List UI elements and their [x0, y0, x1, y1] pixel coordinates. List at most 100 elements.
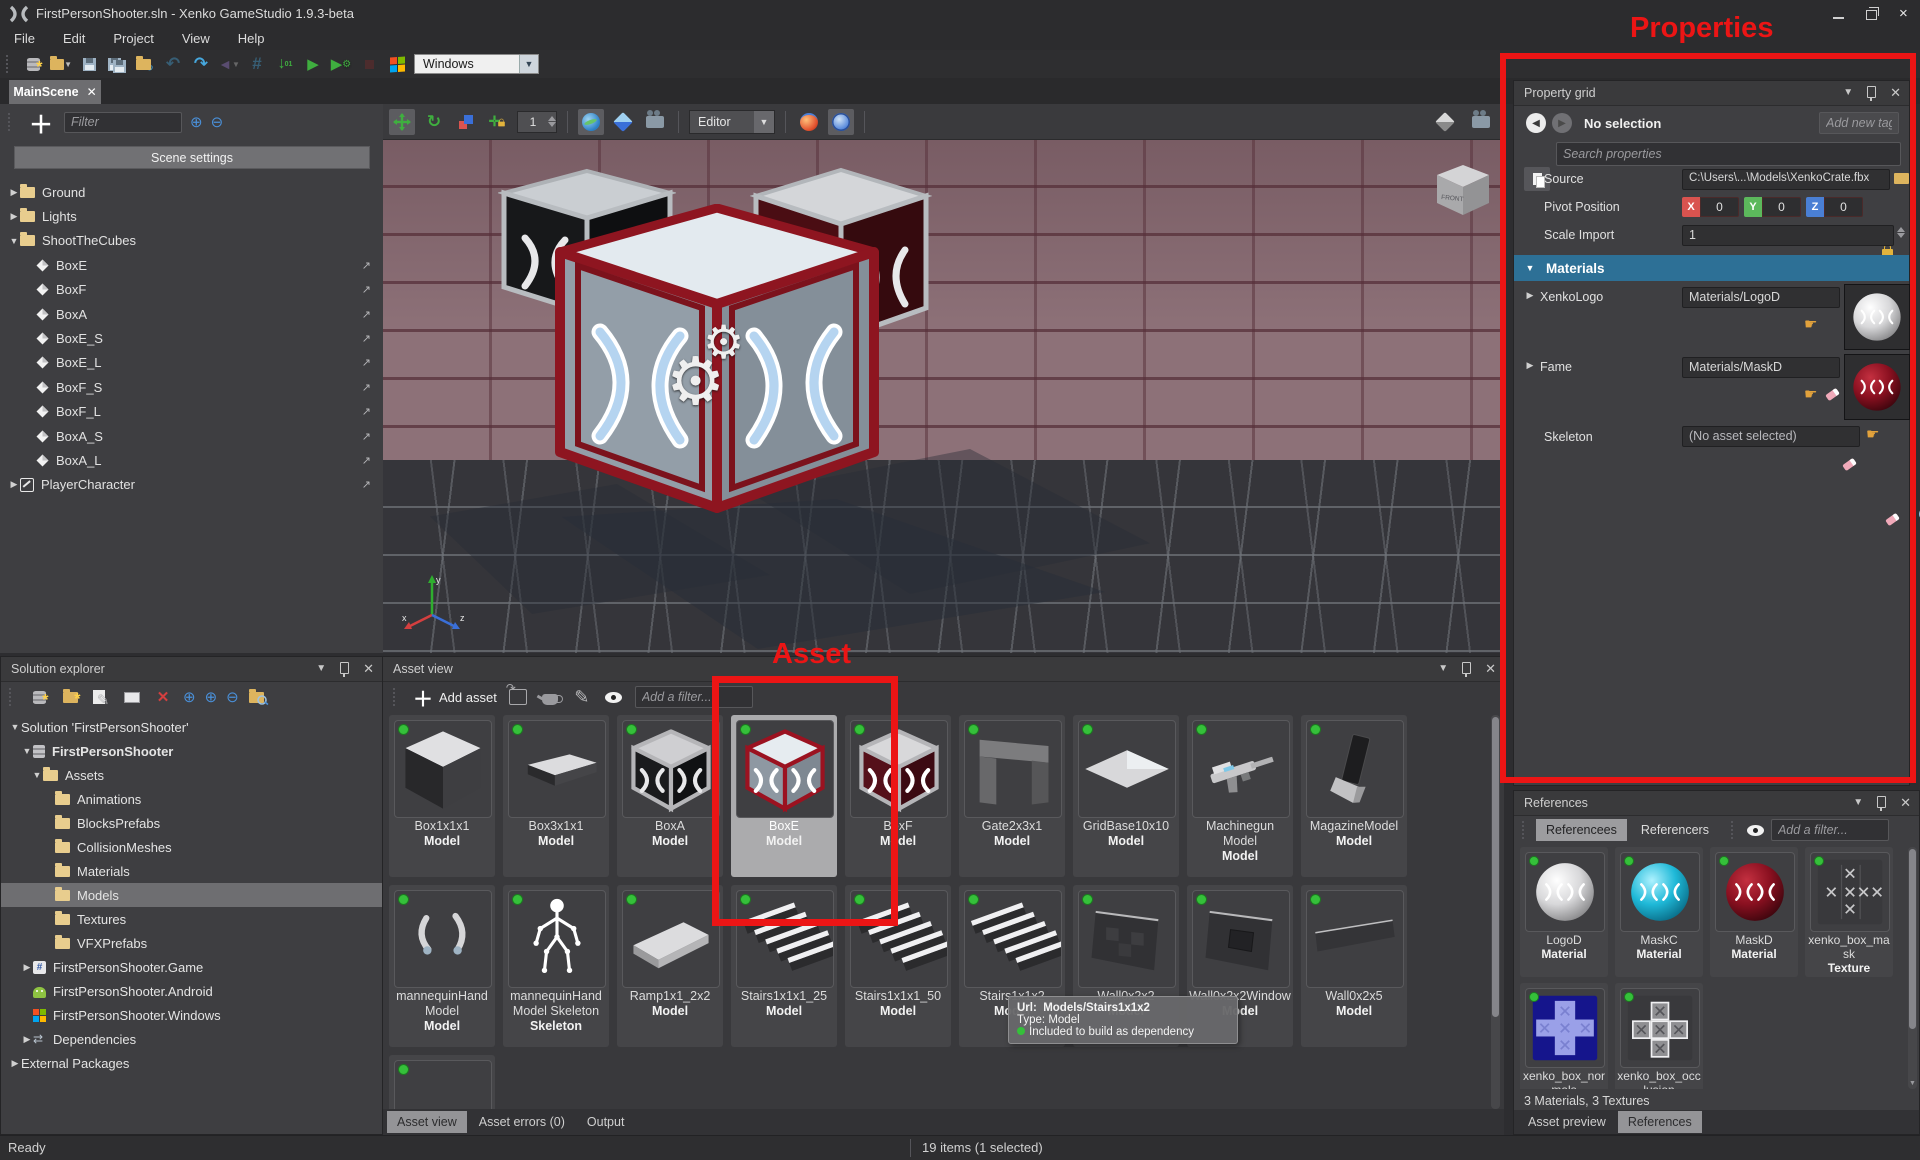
add-entity-button[interactable]: ＋ [26, 105, 56, 140]
solution-item-firstpersonshooter-android[interactable]: FirstPersonShooter.Android [1, 979, 382, 1003]
scene-tree-item-boxa[interactable]: BoxA↗ [0, 302, 383, 326]
view-cube-gizmo[interactable]: FRONT [1433, 163, 1493, 219]
reference-tile-xenko-box-mask[interactable]: xenko_box_maskTexture [1805, 847, 1893, 977]
goto-asset-icon[interactable]: ↗ [362, 283, 371, 296]
solution-item-assets[interactable]: ▼Assets [1, 763, 382, 787]
undo-icon[interactable]: ↶ [162, 54, 184, 74]
open-icon[interactable]: ▼ [50, 54, 72, 74]
expander-icon[interactable]: ▶ [8, 211, 20, 222]
asset-tile-machinegun-model[interactable]: Machinegun ModelModel [1187, 715, 1293, 877]
platform-combobox[interactable]: Windows ▼ [414, 54, 539, 74]
view-options-icon[interactable] [1745, 820, 1767, 840]
expander-icon[interactable]: ▼ [21, 746, 33, 756]
hand-pick-icon[interactable]: ☛ [1804, 385, 1817, 403]
hand-pick-icon[interactable]: ☛ [1804, 315, 1817, 333]
panel-menu-icon[interactable]: ▼ [1843, 81, 1853, 105]
pivot-y-field[interactable]: Y0 [1744, 197, 1801, 217]
goto-asset-icon[interactable]: ↗ [362, 259, 371, 272]
pin-icon[interactable] [1867, 86, 1876, 98]
expander-icon[interactable]: ▼ [8, 236, 20, 246]
scene-tree-item-shootthecubes[interactable]: ▼ShootTheCubes [0, 229, 383, 253]
gear-gizmo-icon[interactable]: ⚙ [703, 315, 744, 369]
new-project-icon[interactable] [22, 54, 44, 74]
platform-dropdown-arrow[interactable]: ▼ [519, 55, 538, 73]
expand-all-icon[interactable]: ⊕ [190, 113, 203, 131]
render-mode-icon[interactable] [796, 109, 822, 135]
scene-tree-item-boxe_l[interactable]: BoxE_L↗ [0, 351, 383, 375]
scene-settings-button[interactable]: Scene settings [14, 146, 370, 169]
scale-spinner[interactable] [1897, 227, 1905, 238]
add-tag-input[interactable] [1819, 112, 1899, 134]
asset-tile-mannequinhand-model[interactable]: mannequinHand ModelModel [389, 885, 495, 1047]
solution-item-textures[interactable]: Textures [1, 907, 382, 931]
gizmo-settings-icon[interactable] [1432, 109, 1458, 135]
source-value[interactable]: C:\Users\...\Models\XenkoCrate.fbx [1682, 169, 1890, 190]
rename-icon[interactable]: ✎ [90, 687, 112, 707]
menu-file[interactable]: File [0, 28, 49, 50]
references-scrollbar[interactable]: ▼ [1908, 847, 1917, 1089]
tab-asset-preview[interactable]: Asset preview [1518, 1111, 1616, 1133]
solution-item-dependencies[interactable]: ▶⇄Dependencies [1, 1027, 382, 1051]
goto-asset-icon[interactable]: ↗ [362, 454, 371, 467]
view-options-icon[interactable] [603, 687, 625, 707]
reference-tile-maskd[interactable]: MaskDMaterial [1710, 847, 1798, 977]
snap-value-stepper[interactable]: 1 [517, 111, 557, 133]
translate-tool-icon[interactable] [389, 109, 415, 135]
panel-menu-icon[interactable]: ▼ [316, 657, 326, 681]
expander-icon[interactable]: ▶ [21, 1034, 33, 1045]
save-icon[interactable] [78, 54, 100, 74]
collapse-all-icon[interactable]: ⊖ [226, 688, 239, 706]
minimize-button[interactable] [1833, 8, 1844, 19]
world-space-icon[interactable] [578, 109, 604, 135]
collapse-all-icon[interactable]: ⊖ [211, 113, 224, 131]
goto-asset-icon[interactable]: ↗ [362, 405, 371, 418]
source-browse-icon[interactable] [1894, 173, 1909, 184]
wireframe-mode-icon[interactable] [828, 109, 854, 135]
asset-tile-boxa[interactable]: BoxAModel [617, 715, 723, 877]
axis-value[interactable]: 0 [1700, 197, 1739, 217]
axis-value[interactable]: 0 [1824, 197, 1863, 217]
solution-item-animations[interactable]: Animations [1, 787, 382, 811]
scene-tree-item-boxa_l[interactable]: BoxA_L↗ [0, 448, 383, 472]
teapot-icon[interactable] [539, 687, 561, 707]
tab-asset-view[interactable]: Asset view [387, 1111, 467, 1133]
panel-close-icon[interactable]: ✕ [363, 657, 374, 681]
expander-icon[interactable]: ▶ [1524, 290, 1536, 301]
goto-asset-icon[interactable]: ↗ [362, 478, 371, 491]
tab-asset-errors-0-[interactable]: Asset errors (0) [469, 1111, 575, 1133]
paste-icon[interactable]: ↻ [134, 54, 156, 74]
panel-close-icon[interactable]: ✕ [1485, 657, 1496, 681]
solution-item-solution-firstpersonshooter-[interactable]: ▼Solution 'FirstPersonShooter' [1, 715, 382, 739]
goto-asset-icon[interactable]: ↗ [362, 430, 371, 443]
reference-tile-xenko-box-occlusion[interactable]: xenko_box_occlusionTexture [1615, 983, 1703, 1089]
material-reference-value[interactable]: Materials/MaskD [1682, 357, 1840, 378]
solution-item-blocksprefabs[interactable]: BlocksPrefabs [1, 811, 382, 835]
tab-referencees[interactable]: Referencees [1536, 819, 1627, 841]
asset-tile-stairs1x1x1-50[interactable]: Stairs1x1x1_50Model [845, 885, 951, 1047]
scene-tree-item-lights[interactable]: ▶Lights [0, 204, 383, 228]
nav-forward-button[interactable]: ▶ [1552, 113, 1572, 133]
tab-output[interactable]: Output [577, 1111, 635, 1133]
tab-referencers[interactable]: Referencers [1631, 819, 1719, 841]
add-asset-button[interactable]: ＋ Add asset [413, 683, 497, 712]
asset-tile-boxf[interactable]: BoxFModel [845, 715, 951, 877]
expand-tree-icon[interactable]: ⊕ [183, 688, 196, 706]
vs-icon[interactable]: ◄▼ [218, 54, 240, 74]
properties-icon[interactable] [121, 687, 143, 707]
expander-icon[interactable]: ▶ [8, 187, 20, 198]
eraser-icon[interactable] [1825, 388, 1840, 401]
expander-icon[interactable]: ▶ [9, 1058, 21, 1069]
asset-scrollbar[interactable] [1491, 715, 1500, 1109]
stop-icon[interactable] [358, 54, 380, 74]
asset-tile-stairs1x1x1-25[interactable]: Stairs1x1x1_25Model [731, 885, 837, 1047]
solution-item-external-packages[interactable]: ▶External Packages [1, 1051, 382, 1075]
asset-tile-boxe[interactable]: BoxEModel [731, 715, 837, 877]
import-assets-icon[interactable]: ↓01 [274, 54, 296, 74]
asset-tile-gridbase10x10[interactable]: GridBase10x10Model [1073, 715, 1179, 877]
asset-tile-wall0x2x5[interactable]: Wall0x2x5Model [1301, 885, 1407, 1047]
export-icon[interactable] [507, 687, 529, 707]
editor-mode-dropdown[interactable]: Editor ▼ [689, 110, 775, 134]
reference-tile-maskc[interactable]: MaskCMaterial [1615, 847, 1703, 977]
expander-icon[interactable]: ▼ [31, 770, 43, 780]
scene-tree-item-boxe[interactable]: BoxE↗ [0, 253, 383, 277]
